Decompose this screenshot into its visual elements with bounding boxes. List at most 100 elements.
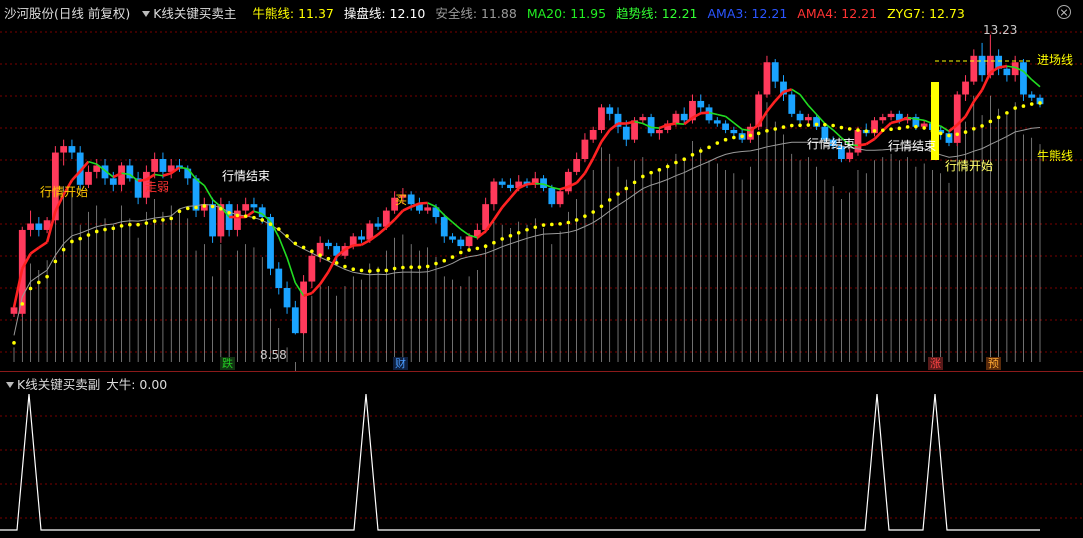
bull-bear-dot	[599, 204, 604, 209]
bull-bear-dot	[367, 269, 372, 273]
trend-segment	[890, 119, 900, 125]
bull-bear-dot	[624, 186, 629, 191]
signal-line	[0, 393, 1040, 531]
metric-bull-bear: 牛熊线: 11.37	[252, 6, 334, 21]
bull-bear-dot	[20, 302, 25, 306]
bull-bear-dot	[103, 227, 107, 232]
bull-bear-dot	[37, 280, 41, 285]
bull-bear-dot	[988, 119, 993, 124]
candle-up	[573, 159, 581, 172]
bull-bear-dot	[202, 204, 207, 208]
bull-bear-dot	[1013, 106, 1017, 110]
bull-bear-dot	[12, 341, 16, 345]
candle-down	[109, 178, 117, 185]
candle-up	[970, 55, 978, 82]
bull-bear-dot	[475, 246, 480, 251]
trend-segment	[319, 271, 330, 285]
bull-bear-dot	[723, 137, 728, 142]
candle-up	[151, 159, 159, 172]
indicator-name[interactable]: K线关键买卖主	[140, 6, 246, 21]
bull-bear-dot	[293, 241, 298, 246]
bull-bear-dot	[889, 127, 893, 132]
bull-bear-dot	[310, 249, 314, 254]
candle-down	[449, 236, 456, 240]
candle-up	[962, 81, 969, 95]
candle-up	[27, 223, 34, 230]
trend-segment	[717, 113, 726, 118]
metric-trade-line: 操盘线: 12.10	[343, 6, 426, 21]
bull-bear-dot	[227, 210, 231, 215]
bull-bear-dot	[401, 265, 405, 270]
sub-indicator-name[interactable]: K线关键买卖副	[17, 377, 100, 392]
bull-bear-dot	[773, 127, 778, 131]
trend-segment	[651, 126, 660, 129]
candle-up	[308, 255, 316, 282]
trend-segment	[575, 172, 586, 184]
trend-segment	[402, 205, 412, 212]
bull-bear-dot	[814, 122, 819, 127]
bull-bear-dot	[823, 122, 827, 127]
stock-title[interactable]: 沙河股份(日线 前复权)	[4, 6, 130, 21]
sub-chart-panel[interactable]: K线关键买卖副 大牛: 0.00	[0, 372, 1083, 538]
trend-segment	[360, 239, 371, 246]
signal-chart[interactable]	[0, 372, 1083, 538]
trend-segment	[419, 201, 428, 205]
trend-segment	[857, 142, 867, 147]
bull-bear-dot	[831, 123, 835, 128]
candle-down	[68, 146, 76, 153]
market-end-label: 行情结束	[222, 169, 270, 183]
trend-segment	[600, 129, 611, 143]
bull-bear-dot	[268, 222, 273, 227]
bull-bear-dot	[566, 220, 571, 225]
bull-bear-dot	[483, 244, 488, 249]
candle-down	[35, 223, 43, 230]
trend-segment	[765, 100, 777, 113]
candle-up	[655, 129, 663, 134]
marker-fall: 跌	[220, 357, 235, 370]
bull-bear-dot	[1005, 111, 1009, 115]
candle-down	[159, 159, 167, 172]
bull-bear-dot	[665, 164, 670, 169]
candle-down	[978, 55, 986, 76]
candle-up	[672, 113, 680, 124]
chevron-down-icon[interactable]	[142, 11, 151, 17]
chevron-down-icon[interactable]	[6, 382, 14, 388]
candle-down	[358, 236, 365, 240]
trend-segment	[583, 157, 595, 174]
bull-bear-dot	[657, 168, 662, 172]
trend-segment	[452, 221, 462, 230]
bull-bear-dot	[61, 247, 66, 252]
bull-bear-dot	[177, 209, 182, 214]
bull-bear-dot	[161, 218, 165, 222]
candlestick-chart[interactable]: 13.238.58行情开始 走弱行情结束买行情结束 行情结束行情开始进场线牛熊线	[0, 0, 1083, 372]
bull-bear-dot	[210, 204, 215, 209]
bull-bear-dot	[326, 256, 331, 261]
bull-bear-dot	[880, 128, 885, 133]
trend-segment	[353, 243, 362, 247]
close-icon[interactable]	[1057, 5, 1071, 19]
bull-bear-dot	[616, 192, 620, 196]
bull-bear-dot	[508, 233, 513, 238]
trend-segment	[310, 283, 322, 295]
bull-bear-dot	[185, 206, 190, 211]
bull-bear-dot	[806, 123, 811, 127]
bull-bear-dot	[558, 222, 562, 226]
trend-segment	[535, 182, 544, 185]
main-chart-panel[interactable]: 13.23 8.58 行情开始 走弱 行情结束买行情结束 行情结束 行情开始 进场线 牛熊线 沙…	[0, 0, 1083, 372]
candle-up	[879, 117, 887, 121]
sub-value: 大牛: 0.00	[106, 377, 168, 392]
candle-down	[771, 62, 779, 82]
candle-down	[1020, 62, 1027, 95]
metric-ma20: MA20: 11.95	[526, 6, 607, 21]
candle-up	[846, 152, 854, 159]
candle-up	[887, 113, 895, 118]
bull-bear-dot	[94, 229, 99, 234]
candle-down	[713, 120, 721, 124]
bull-bear-dot	[1029, 102, 1034, 106]
market-end-label: 行情结束	[888, 139, 936, 153]
bull-bear-dot	[765, 129, 769, 133]
bull-bear-dot	[442, 258, 447, 263]
bull-bear-dot	[856, 128, 860, 132]
bull-bear-dot	[119, 224, 124, 228]
trend-segment	[460, 228, 470, 236]
